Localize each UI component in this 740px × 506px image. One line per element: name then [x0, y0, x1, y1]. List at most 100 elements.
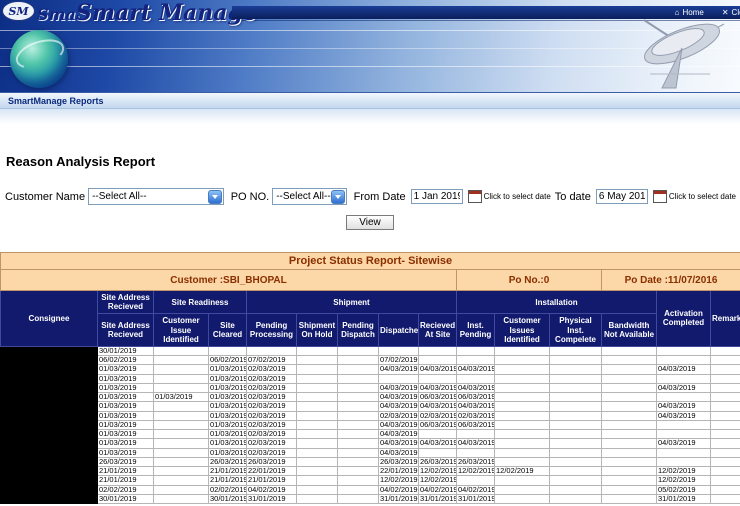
- sm-logo: SM: [2, 1, 35, 21]
- app-banner: SM SmaSmart Manage ⌂ Home ✕ Close: [0, 0, 740, 93]
- date-cell: [337, 345, 379, 357]
- date-cell: [601, 364, 657, 375]
- date-cell: 02/03/2019: [246, 392, 297, 403]
- consignee-cell-redacted: [0, 447, 98, 458]
- brand-main-text: Smart Manage: [75, 0, 257, 26]
- consignee-cell-redacted: [0, 345, 98, 357]
- date-cell: [549, 475, 602, 486]
- from-date-input[interactable]: [410, 189, 463, 204]
- date-cell: 26/03/2019: [456, 456, 495, 468]
- po-no-select[interactable]: --Select All--: [272, 188, 347, 205]
- date-cell: 02/03/2019: [378, 410, 419, 421]
- date-cell: 12/02/2019: [418, 475, 457, 486]
- date-cell: 02/03/2019: [246, 429, 297, 440]
- date-cell: [494, 392, 550, 403]
- date-cell: [456, 373, 495, 384]
- date-cell: 04/03/2019: [378, 419, 419, 431]
- date-cell: [153, 419, 209, 431]
- date-cell: [378, 345, 419, 357]
- date-cell: [709, 373, 740, 384]
- consignee-cell-redacted: [0, 429, 98, 440]
- date-cell: [601, 475, 657, 486]
- date-cell: [337, 484, 379, 495]
- date-cell: [494, 373, 550, 384]
- calendar-icon[interactable]: [467, 190, 482, 203]
- view-button[interactable]: View: [346, 215, 394, 230]
- date-cell: [153, 475, 209, 486]
- date-cell: 26/03/2019: [378, 456, 419, 468]
- date-cell: 07/02/2019: [378, 355, 419, 366]
- date-cell: [549, 493, 602, 505]
- home-link[interactable]: ⌂ Home: [675, 8, 704, 17]
- date-cell: [709, 401, 740, 412]
- date-cell: [296, 401, 338, 412]
- date-cell: [296, 392, 338, 403]
- date-cell: [494, 493, 550, 505]
- date-cell: 31/01/2019: [656, 493, 711, 505]
- consignee-cell-redacted: [0, 419, 98, 431]
- from-date-picker-hint[interactable]: Click to select date: [484, 192, 551, 201]
- date-cell: [709, 429, 740, 440]
- date-cell: 04/03/2019: [378, 438, 419, 449]
- date-cell: [601, 410, 657, 421]
- date-cell: 31/01/2019: [418, 493, 457, 505]
- date-cell: 01/03/2019: [97, 410, 154, 421]
- date-cell: 21/01/2019: [208, 466, 247, 477]
- date-cell: [337, 355, 379, 366]
- table-row: 01/03/2019 01/03/2019 02/03/2019 04/03/2019…: [0, 419, 740, 431]
- to-date-input[interactable]: [595, 189, 648, 204]
- date-cell: 21/01/2019: [208, 475, 247, 486]
- date-cell: [601, 345, 657, 357]
- dropdown-arrow-icon[interactable]: [207, 189, 222, 204]
- date-cell: [337, 429, 379, 440]
- date-cell: 30/01/2019: [97, 493, 154, 505]
- col-bandwidth-not-available: Bandwidth Not Available: [601, 313, 657, 347]
- date-cell: [418, 355, 457, 366]
- date-cell: [709, 456, 740, 468]
- date-cell: 01/03/2019: [208, 373, 247, 384]
- close-link[interactable]: ✕ Close: [722, 8, 740, 17]
- date-cell: 01/03/2019: [208, 364, 247, 375]
- date-cell: [549, 401, 602, 412]
- col-group-installation: Installation: [456, 289, 657, 315]
- dropdown-arrow-icon[interactable]: [330, 189, 345, 204]
- consignee-cell-redacted: [0, 466, 98, 477]
- date-cell: 01/03/2019: [97, 447, 154, 458]
- consignee-cell-redacted: [0, 410, 98, 421]
- date-cell: 04/03/2019: [378, 447, 419, 458]
- date-cell: 26/03/2019: [97, 456, 154, 468]
- date-cell: [709, 364, 740, 375]
- group-header-row: Consignee Site Address Recieved Site Rea…: [0, 289, 740, 347]
- date-cell: 12/02/2019: [378, 475, 419, 486]
- filter-bar: Customer Name --Select All-- PO NO. --Se…: [5, 188, 740, 205]
- date-cell: 04/03/2019: [418, 438, 457, 449]
- table-title-row: Project Status Report- Sitewise: [0, 252, 740, 270]
- date-cell: [494, 345, 550, 357]
- date-cell: [378, 373, 419, 384]
- date-cell: 04/03/2019: [456, 401, 495, 412]
- po-no-value: --Select All--: [276, 191, 331, 202]
- date-cell: 31/01/2019: [378, 493, 419, 505]
- date-cell: [549, 447, 602, 458]
- consignee-cell-redacted: [0, 382, 98, 394]
- date-cell: [601, 429, 657, 440]
- date-cell: 01/03/2019: [208, 447, 247, 458]
- customer-name-select[interactable]: --Select All--: [88, 188, 224, 205]
- date-cell: 06/02/2019: [97, 355, 154, 366]
- date-cell: [418, 373, 457, 384]
- calendar-icon[interactable]: [652, 190, 667, 203]
- date-cell: [549, 438, 602, 449]
- date-cell: 01/03/2019: [208, 410, 247, 421]
- date-cell: [494, 355, 550, 366]
- date-cell: 12/02/2019: [456, 466, 495, 477]
- date-cell: [153, 382, 209, 394]
- date-cell: [709, 466, 740, 477]
- consignee-cell-redacted: [0, 364, 98, 375]
- date-cell: 04/02/2019: [378, 484, 419, 495]
- date-cell: 01/03/2019: [153, 392, 209, 403]
- to-date-picker-hint[interactable]: Click to select date: [669, 192, 736, 201]
- date-cell: [337, 373, 379, 384]
- date-cell: [601, 419, 657, 431]
- date-cell: 04/03/2019: [378, 429, 419, 440]
- close-icon: ✕: [721, 7, 729, 17]
